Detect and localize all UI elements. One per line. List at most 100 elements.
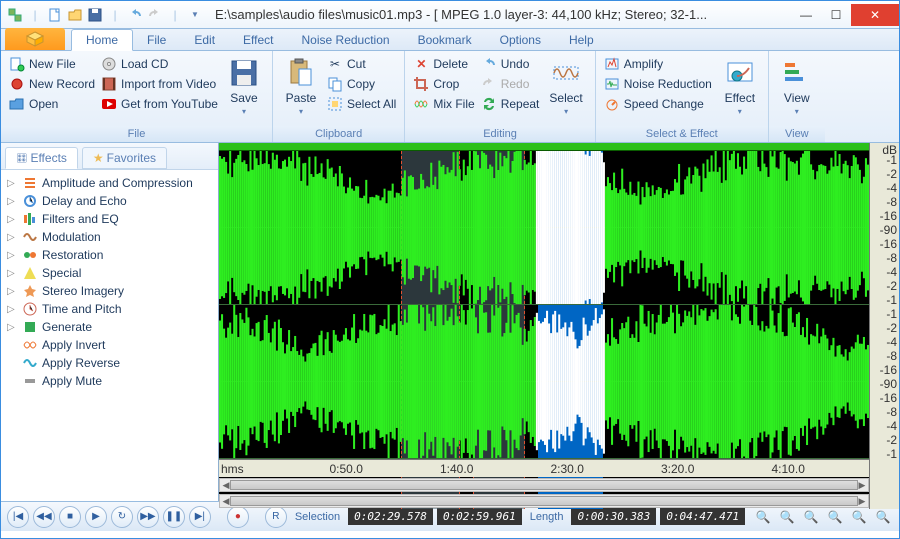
undo-icon[interactable] [127, 7, 143, 23]
tree-label: Generate [42, 320, 92, 334]
tree-item[interactable]: ▷Modulation [3, 228, 216, 246]
tree-label: Apply Reverse [42, 356, 120, 370]
copy-icon [327, 76, 343, 92]
tree-label: Time and Pitch [42, 302, 122, 316]
amplify-button[interactable]: Amplify [602, 55, 714, 73]
tree-item[interactable]: ▷Delay and Echo [3, 192, 216, 210]
zoom-out-icon[interactable]: 🔍 [777, 508, 797, 526]
repeat-button[interactable]: Repeat [479, 95, 542, 113]
minimize-button[interactable]: — [791, 4, 821, 26]
play-button[interactable]: ▶ [85, 506, 107, 528]
effect-icon [22, 247, 38, 263]
effect-icon [22, 301, 38, 317]
qat-dropdown-icon[interactable]: ▼ [187, 7, 203, 23]
sidebar-tab-effects[interactable]: 🎛Effects [5, 147, 78, 169]
rewind-button[interactable]: ◀◀ [33, 506, 55, 528]
tree-item[interactable]: ▷Time and Pitch [3, 300, 216, 318]
mix-button[interactable]: Mix File [411, 95, 476, 113]
noise-reduction-button[interactable]: Noise Reduction [602, 75, 714, 93]
redo-icon [481, 76, 497, 92]
select-button[interactable]: Select▾ [543, 55, 588, 126]
open-button[interactable]: Open [7, 95, 97, 113]
group-label: View [769, 126, 825, 142]
close-button[interactable]: ✕ [851, 4, 899, 26]
qat-icon-1[interactable] [7, 7, 23, 23]
goto-end-button[interactable]: ▶| [189, 506, 211, 528]
delete-button[interactable]: ✕Delete [411, 55, 476, 73]
length-selection: 0:00:30.383 [571, 508, 656, 525]
new-record-button[interactable]: New Record [7, 75, 97, 93]
new-icon[interactable] [47, 7, 63, 23]
tree-label: Amplitude and Compression [42, 176, 193, 190]
save-button[interactable]: Save▾ [222, 55, 266, 126]
waveform-left[interactable] [219, 151, 869, 305]
zoom-in-icon[interactable]: 🔍 [753, 508, 773, 526]
youtube-button[interactable]: Get from YouTube [99, 95, 220, 113]
repeat-icon [481, 96, 497, 112]
tree-item[interactable]: ▷Filters and EQ [3, 210, 216, 228]
cut-button[interactable]: ✂Cut [325, 55, 398, 73]
tab-options[interactable]: Options [486, 30, 555, 50]
tree-item[interactable]: Apply Mute [3, 372, 216, 390]
tree-item[interactable]: ▷ Amplitude and Compression [3, 174, 216, 192]
select-all-button[interactable]: Select All [325, 95, 398, 113]
load-cd-button[interactable]: Load CD [99, 55, 220, 73]
new-file-button[interactable]: New File [7, 55, 97, 73]
noise-icon [604, 76, 620, 92]
window-title: E:\samples\audio files\music01.mp3 - [ M… [215, 7, 791, 22]
maximize-button[interactable]: ☐ [821, 4, 851, 26]
tab-bookmark[interactable]: Bookmark [404, 30, 486, 50]
tree-item[interactable]: Apply Invert [3, 336, 216, 354]
tree-item[interactable]: ▷Restoration [3, 246, 216, 264]
youtube-icon [101, 96, 117, 112]
tree-item[interactable]: ▷Generate [3, 318, 216, 336]
star-icon: ★ [93, 151, 104, 165]
goto-start-button[interactable]: |◀ [7, 506, 29, 528]
import-video-button[interactable]: Import from Video [99, 75, 220, 93]
save-icon[interactable] [87, 7, 103, 23]
view-button[interactable]: View▾ [775, 55, 819, 126]
zoom-sel-icon[interactable]: 🔍 [801, 508, 821, 526]
hscroll[interactable]: ◀▶ [219, 478, 869, 492]
tab-edit[interactable]: Edit [180, 30, 229, 50]
redo-icon[interactable] [147, 7, 163, 23]
undo-button[interactable]: Undo [479, 55, 542, 73]
effect-button[interactable]: Effect▾ [718, 55, 762, 126]
chevron-icon: ▷ [7, 178, 18, 189]
pause-button[interactable]: ❚❚ [163, 506, 185, 528]
loop-button[interactable]: ↻ [111, 506, 133, 528]
tab-home[interactable]: Home [71, 29, 133, 51]
tree-item[interactable]: ▷Stereo Imagery [3, 282, 216, 300]
scroll-thumb[interactable] [230, 480, 858, 490]
waveform-right[interactable] [219, 305, 869, 459]
tab-noise[interactable]: Noise Reduction [288, 30, 404, 50]
tree-item[interactable]: Apply Reverse [3, 354, 216, 372]
app-tab[interactable] [5, 28, 65, 50]
scroll-right-icon[interactable]: ▶ [856, 479, 868, 491]
tree-item[interactable]: ▷Special [3, 264, 216, 282]
ffwd-button[interactable]: ▶▶ [137, 506, 159, 528]
delete-icon: ✕ [413, 56, 429, 72]
zoom-fit-icon[interactable]: 🔍 [825, 508, 845, 526]
waveform-area: hms 0:50.0 1:40.0 2:30.0 3:20.0 4:10.0 ◀… [219, 143, 899, 501]
tab-help[interactable]: Help [555, 30, 608, 50]
open-icon[interactable] [67, 7, 83, 23]
crop-button[interactable]: Crop [411, 75, 476, 93]
time-rail[interactable] [219, 143, 869, 151]
tab-file[interactable]: File [133, 30, 180, 50]
ribbon-tabs: Home File Edit Effect Noise Reduction Bo… [1, 29, 899, 51]
zoom-v-icon[interactable]: 🔍 [849, 508, 869, 526]
window-controls: — ☐ ✕ [791, 4, 899, 26]
paste-button[interactable]: Paste▾ [279, 55, 323, 126]
zoom-vr-icon[interactable]: 🔍 [873, 508, 893, 526]
tab-effect[interactable]: Effect [229, 30, 287, 50]
amplify-icon [604, 56, 620, 72]
copy-button[interactable]: Copy [325, 75, 398, 93]
redo-button[interactable]: Redo [479, 75, 542, 93]
group-label: Editing [405, 126, 594, 142]
stop-button[interactable]: ■ [59, 506, 81, 528]
selection-to: 0:02:59.961 [437, 508, 522, 525]
sidebar-tab-favorites[interactable]: ★Favorites [82, 147, 167, 169]
hscroll2[interactable]: ◀▶ [219, 494, 869, 508]
speed-change-button[interactable]: Speed Change [602, 95, 714, 113]
